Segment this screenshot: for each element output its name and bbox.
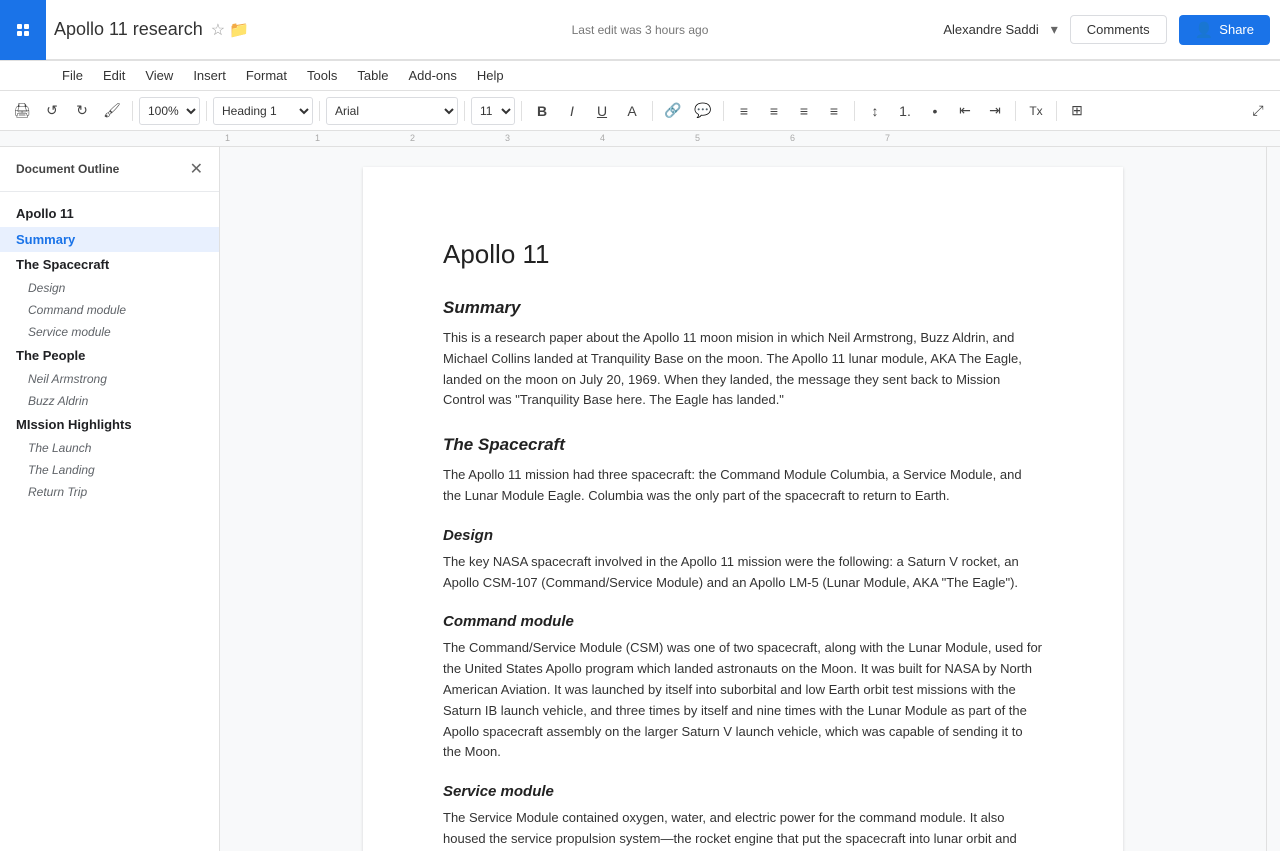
section-design-heading: Design: [443, 527, 1043, 544]
heading-select[interactable]: Heading 1 Heading 2 Normal text: [213, 97, 313, 125]
divider-9: [1015, 101, 1016, 121]
section-design-body: The key NASA spacecraft involved in the …: [443, 552, 1043, 594]
numbered-list-button[interactable]: 1.: [891, 97, 919, 125]
outline-item-summary[interactable]: Summary: [0, 227, 219, 252]
folder-icon[interactable]: 📁: [229, 20, 249, 40]
paint-format-button[interactable]: 🖌: [98, 97, 126, 125]
divider-4: [464, 101, 465, 121]
outline-item-apollo11[interactable]: Apollo 11: [0, 200, 219, 227]
toolbar: 🖨 ↺ ↻ 🖌 100% 75% 125% Heading 1 Heading …: [0, 91, 1280, 131]
document-outline-sidebar: Document Outline ✕ Apollo 11 Summary The…: [0, 147, 220, 851]
outline-item-service-module[interactable]: Service module: [0, 321, 219, 343]
app-icon: [0, 0, 46, 60]
undo-button[interactable]: ↺: [38, 97, 66, 125]
share-button[interactable]: 👤 Share: [1179, 15, 1270, 45]
underline-button[interactable]: U: [588, 97, 616, 125]
menu-file[interactable]: File: [54, 64, 91, 87]
align-left-button[interactable]: ≡: [730, 97, 758, 125]
comments-button[interactable]: Comments: [1070, 15, 1167, 44]
outline-item-design[interactable]: Design: [0, 277, 219, 299]
menu-insert[interactable]: Insert: [185, 64, 234, 87]
insert-table-button[interactable]: ⊞: [1063, 97, 1091, 125]
outline-item-command-module[interactable]: Command module: [0, 299, 219, 321]
star-icon[interactable]: ☆: [211, 20, 225, 40]
section-summary-body: This is a research paper about the Apoll…: [443, 328, 1043, 411]
outline-item-buzz[interactable]: Buzz Aldrin: [0, 390, 219, 412]
redo-button[interactable]: ↻: [68, 97, 96, 125]
decrease-indent-button[interactable]: ⇤: [951, 97, 979, 125]
comment-button[interactable]: 💬: [689, 97, 717, 125]
share-person-icon: 👤: [1195, 21, 1214, 39]
section-spacecraft-heading: The Spacecraft: [443, 435, 1043, 455]
last-edit: Last edit was 3 hours ago: [572, 23, 709, 37]
section-service-module-body: The Service Module contained oxygen, wat…: [443, 808, 1043, 851]
menu-view[interactable]: View: [137, 64, 181, 87]
section-command-module-body: The Command/Service Module (CSM) was one…: [443, 638, 1043, 763]
bullet-list-button[interactable]: •: [921, 97, 949, 125]
align-center-button[interactable]: ≡: [760, 97, 788, 125]
user-chevron[interactable]: ▾: [1051, 21, 1058, 38]
ruler: 1 1 2 3 4 5 6 7: [0, 131, 1280, 147]
outline-items: Apollo 11 Summary The Spacecraft Design …: [0, 192, 219, 511]
divider-5: [521, 101, 522, 121]
doc-title[interactable]: Apollo 11 research: [54, 19, 203, 40]
divider-1: [132, 101, 133, 121]
divider-3: [319, 101, 320, 121]
outline-item-return[interactable]: Return Trip: [0, 481, 219, 503]
menu-tools[interactable]: Tools: [299, 64, 345, 87]
menu-addons[interactable]: Add-ons: [400, 64, 464, 87]
menu-table[interactable]: Table: [349, 64, 396, 87]
section-summary-heading: Summary: [443, 298, 1043, 318]
right-sidebar: [1266, 147, 1280, 851]
link-button[interactable]: 🔗: [659, 97, 687, 125]
print-button[interactable]: 🖨: [8, 97, 36, 125]
user-name: Alexandre Saddi: [943, 22, 1038, 37]
document-area[interactable]: Apollo 11 Summary This is a research pap…: [220, 147, 1266, 851]
sidebar-title: Document Outline: [16, 162, 119, 176]
font-size-select[interactable]: 11 10 12 14: [471, 97, 515, 125]
outline-item-people[interactable]: The People: [0, 343, 219, 368]
bold-button[interactable]: B: [528, 97, 556, 125]
menu-bar: File Edit View Insert Format Tools Table…: [0, 61, 1280, 91]
zoom-select[interactable]: 100% 75% 125%: [139, 97, 200, 125]
outline-item-landing[interactable]: The Landing: [0, 459, 219, 481]
document-page: Apollo 11 Summary This is a research pap…: [363, 167, 1123, 851]
divider-2: [206, 101, 207, 121]
outline-item-neil[interactable]: Neil Armstrong: [0, 368, 219, 390]
outline-item-mission[interactable]: MIssion Highlights: [0, 412, 219, 437]
close-icon[interactable]: ✕: [190, 159, 203, 179]
divider-8: [854, 101, 855, 121]
line-spacing-button[interactable]: ↕: [861, 97, 889, 125]
section-command-module-heading: Command module: [443, 613, 1043, 630]
outline-item-spacecraft[interactable]: The Spacecraft: [0, 252, 219, 277]
expand-button[interactable]: ⤢: [1244, 97, 1272, 125]
menu-help[interactable]: Help: [469, 64, 512, 87]
divider-10: [1056, 101, 1057, 121]
increase-indent-button[interactable]: ⇥: [981, 97, 1009, 125]
italic-button[interactable]: I: [558, 97, 586, 125]
justify-button[interactable]: ≡: [820, 97, 848, 125]
font-select[interactable]: Arial Times New Roman Courier New: [326, 97, 458, 125]
doc-main-title: Apollo 11: [443, 239, 1043, 270]
align-right-button[interactable]: ≡: [790, 97, 818, 125]
outline-item-launch[interactable]: The Launch: [0, 437, 219, 459]
section-service-module-heading: Service module: [443, 783, 1043, 800]
text-color-button[interactable]: A: [618, 97, 646, 125]
divider-7: [723, 101, 724, 121]
menu-format[interactable]: Format: [238, 64, 295, 87]
clear-format-button[interactable]: Tx: [1022, 97, 1050, 125]
divider-6: [652, 101, 653, 121]
section-spacecraft-body: The Apollo 11 mission had three spacecra…: [443, 465, 1043, 507]
menu-edit[interactable]: Edit: [95, 64, 133, 87]
